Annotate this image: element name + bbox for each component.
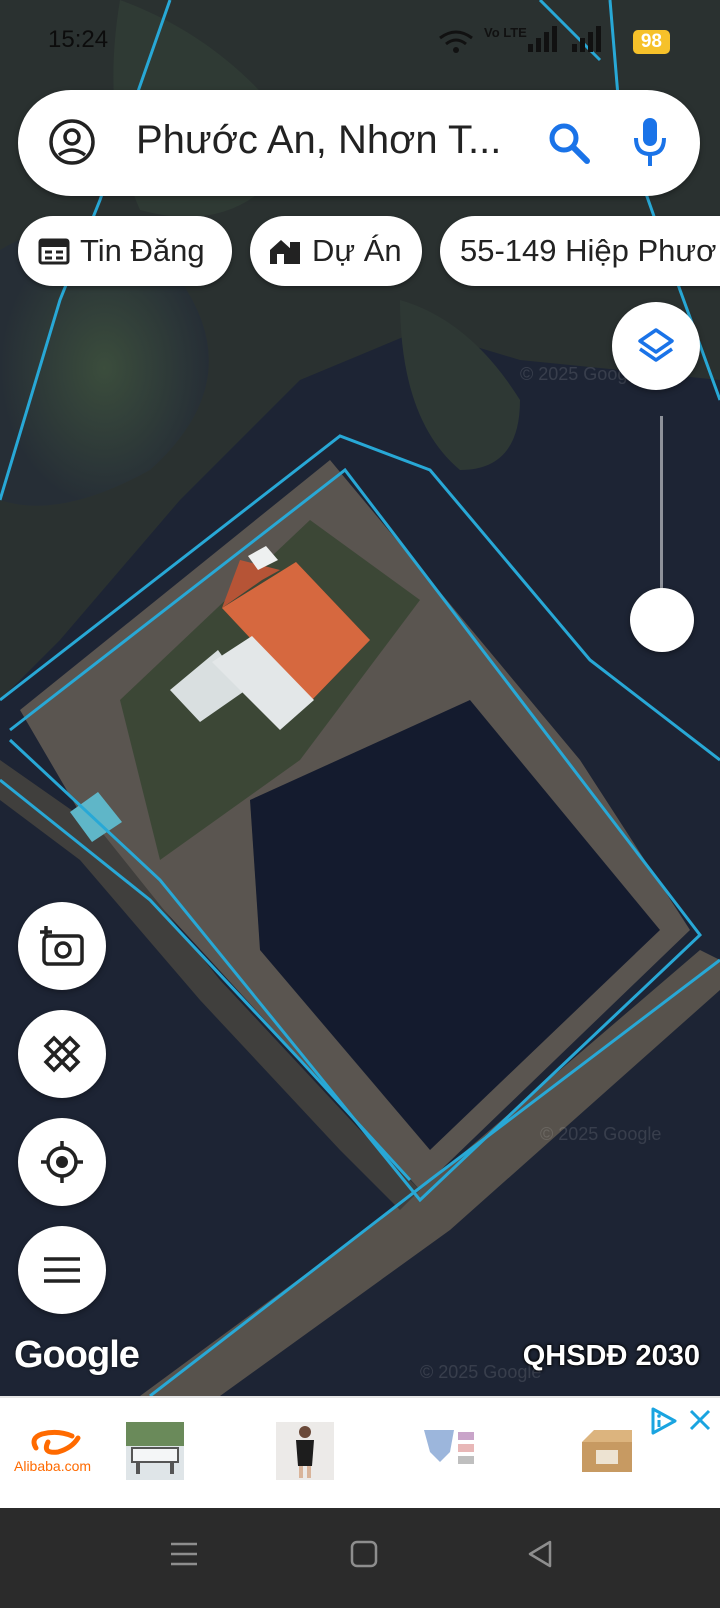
chip-address[interactable]: 55-149 Hiệp Phươ <box>440 216 720 286</box>
ad-banner[interactable]: Alibaba.com <box>0 1396 720 1510</box>
carrier-label: Vo LTE <box>484 25 527 40</box>
my-location-icon <box>41 1141 83 1183</box>
measure-icon <box>43 1035 81 1073</box>
search-input[interactable]: Phước An, Nhơn T... <box>136 118 501 163</box>
search-icon[interactable] <box>546 120 592 166</box>
account-icon[interactable] <box>48 118 96 166</box>
my-location-button[interactable] <box>18 1118 106 1206</box>
adchoices-icon[interactable] <box>648 1406 678 1436</box>
battery-indicator: 98 <box>632 30 670 54</box>
chip-du-an[interactable]: Dự Án <box>250 216 422 286</box>
product-image[interactable] <box>126 1422 184 1480</box>
product-image[interactable] <box>276 1422 334 1480</box>
google-logo: Google <box>14 1334 140 1376</box>
map-canvas[interactable]: © 2025 Google © 2025 Google © 2025 Googl… <box>0 0 720 1396</box>
search-bar[interactable]: Phước An, Nhơn T... <box>18 90 700 196</box>
advertiser-name: Alibaba.com <box>14 1458 92 1474</box>
measure-button[interactable] <box>18 1010 106 1098</box>
home-icon[interactable] <box>348 1538 380 1570</box>
add-photo-button[interactable] <box>18 902 106 990</box>
layers-icon <box>638 328 674 362</box>
chip-label: Tin Đăng <box>80 233 205 268</box>
chip-label: 55-149 Hiệp Phươ <box>460 233 717 268</box>
product-image[interactable] <box>420 1422 478 1480</box>
house-icon <box>270 240 300 264</box>
opacity-slider-track[interactable] <box>660 416 663 616</box>
product-image[interactable] <box>578 1422 636 1480</box>
map-watermark: © 2025 Google <box>540 1124 661 1144</box>
system-nav-bar <box>0 1508 720 1608</box>
map-layer-label: QHSDĐ 2030 <box>522 1340 700 1372</box>
close-icon[interactable] <box>688 1408 712 1432</box>
menu-icon <box>44 1257 80 1283</box>
menu-button[interactable] <box>18 1226 106 1314</box>
chip-tin-dang[interactable]: Tin Đăng <box>18 216 232 286</box>
recent-apps-icon[interactable] <box>168 1538 200 1570</box>
layers-button[interactable] <box>612 302 700 390</box>
alibaba-logo[interactable]: Alibaba.com <box>14 1428 112 1478</box>
signal-icon <box>528 26 601 52</box>
back-icon[interactable] <box>524 1538 556 1570</box>
wifi-icon <box>439 30 473 53</box>
add-photo-icon <box>40 926 84 966</box>
status-time: 15:24 <box>48 26 109 53</box>
calendar-icon <box>38 238 70 265</box>
opacity-slider-handle[interactable] <box>630 588 694 652</box>
chip-label: Dự Án <box>312 233 402 268</box>
alibaba-icon <box>31 1429 81 1455</box>
status-bar: 15:24 Vo LTE 98 <box>0 0 720 80</box>
microphone-icon[interactable] <box>630 116 670 168</box>
satellite-map[interactable]: © 2025 Google © 2025 Google © 2025 Googl… <box>0 0 720 1396</box>
